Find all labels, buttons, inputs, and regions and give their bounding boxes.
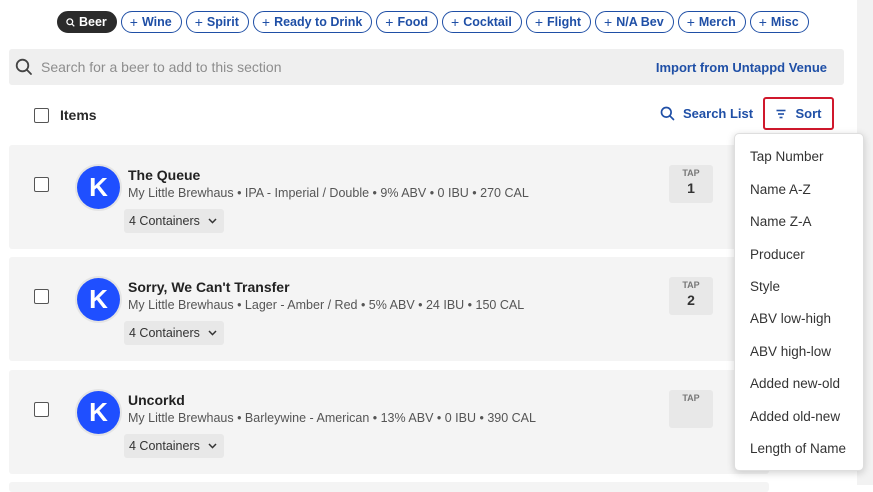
select-all-checkbox[interactable] (34, 108, 49, 123)
sort-option-name-a-z[interactable]: Name A-Z (750, 182, 811, 197)
search-icon (15, 58, 32, 75)
filter-pill-ready-to-drink[interactable]: + Ready to Drink (252, 11, 373, 33)
chevron-down-icon (208, 443, 217, 449)
sort-option-length-of-name[interactable]: Length of Name (750, 441, 846, 456)
sort-option-style[interactable]: Style (750, 279, 780, 294)
row-checkbox[interactable] (34, 402, 49, 417)
tap-label: TAP (682, 393, 700, 403)
item-name[interactable]: Sorry, We Can't Transfer (128, 279, 290, 295)
search-input[interactable]: Search for a beer to add to this section (41, 59, 281, 75)
filter-pill-label: Beer (79, 15, 107, 29)
row-checkbox[interactable] (34, 289, 49, 304)
items-heading: Items (60, 107, 97, 123)
filter-pill-label: Ready to Drink (274, 15, 363, 29)
filter-pill-flight[interactable]: + Flight (525, 11, 592, 33)
sort-option-added-old-new[interactable]: Added old-new (750, 409, 840, 424)
row-checkbox[interactable] (34, 177, 49, 192)
add-beer-search-bar[interactable]: Search for a beer to add to this section… (9, 49, 844, 85)
tap-number: 2 (687, 292, 695, 308)
tap-label: TAP (682, 168, 700, 178)
list-item (9, 482, 769, 492)
containers-dropdown[interactable]: 4 Containers (124, 321, 224, 345)
filter-pill-merch[interactable]: + Merch (677, 11, 746, 33)
tap-number: 1 (687, 180, 695, 196)
item-name[interactable]: The Queue (128, 167, 200, 183)
sort-option-abv-high-low[interactable]: ABV high-low (750, 344, 831, 359)
list-item[interactable]: K Uncorkd My Little Brewhaus • Barleywin… (9, 370, 769, 474)
filter-pill-label: Flight (547, 15, 582, 29)
search-list-label: Search List (683, 106, 754, 121)
item-name[interactable]: Uncorkd (128, 392, 185, 408)
plus-icon: + (534, 14, 544, 30)
filter-pill-label: Cocktail (463, 15, 512, 29)
item-details: My Little Brewhaus • Barleywine - Americ… (128, 411, 536, 425)
filter-pill-label: N/A Bev (616, 15, 664, 29)
filter-pill-na-bev[interactable]: + N/A Bev (595, 11, 674, 33)
list-item[interactable]: K The Queue My Little Brewhaus • IPA - I… (9, 145, 769, 249)
containers-dropdown[interactable]: 4 Containers (124, 209, 224, 233)
plus-icon: + (451, 14, 460, 30)
plus-icon: + (604, 14, 613, 30)
tap-number-badge: TAP 1 (669, 165, 713, 203)
brewery-avatar: K (77, 278, 120, 321)
sort-lines-icon (776, 109, 785, 118)
import-untappd-link[interactable]: Import from Untappd Venue (656, 60, 827, 75)
filter-pill-label: Misc (770, 15, 799, 29)
brewery-avatar: K (77, 391, 120, 434)
filter-pill-label: Food (397, 15, 429, 29)
plus-icon: + (385, 14, 394, 30)
search-icon (66, 17, 75, 27)
containers-label: 4 Containers (129, 326, 200, 340)
sort-option-tap-number[interactable]: Tap Number (750, 149, 824, 164)
filter-pill-label: Wine (141, 15, 172, 29)
filter-pill-spirit[interactable]: + Spirit (185, 11, 249, 33)
sort-option-abv-low-high[interactable]: ABV low-high (750, 311, 831, 326)
filter-pill-label: Merch (698, 15, 736, 29)
plus-icon: + (261, 14, 271, 30)
filter-pill-beer[interactable]: Beer (57, 11, 117, 33)
filter-pill-misc[interactable]: + Misc (749, 11, 809, 33)
plus-icon: + (758, 14, 767, 30)
containers-dropdown[interactable]: 4 Containers (124, 434, 224, 458)
sort-option-name-z-a[interactable]: Name Z-A (750, 214, 812, 229)
category-filter-bar: Beer + Wine + Spirit + Ready to Drink + Food… (57, 11, 809, 33)
tap-number-badge: TAP (669, 390, 713, 428)
filter-pill-cocktail[interactable]: + Cocktail (442, 11, 522, 33)
chevron-down-icon (208, 218, 217, 224)
search-list-button[interactable]: Search List (660, 106, 753, 121)
sort-button[interactable]: Sort (763, 97, 834, 130)
list-item[interactable]: K Sorry, We Can't Transfer My Little Bre… (9, 257, 769, 361)
sort-option-producer[interactable]: Producer (750, 247, 805, 262)
search-icon (660, 106, 675, 121)
plus-icon: + (686, 14, 695, 30)
containers-label: 4 Containers (129, 439, 200, 453)
sort-dropdown-menu: Tap Number Name A-Z Name Z-A Producer St… (734, 133, 864, 471)
chevron-down-icon (208, 330, 217, 336)
sort-option-added-new-old[interactable]: Added new-old (750, 376, 840, 391)
filter-pill-wine[interactable]: + Wine (120, 11, 182, 33)
filter-pill-label: Spirit (206, 15, 239, 29)
filter-pill-food[interactable]: + Food (376, 11, 439, 33)
item-details: My Little Brewhaus • IPA - Imperial / Do… (128, 186, 529, 200)
item-details: My Little Brewhaus • Lager - Amber / Red… (128, 298, 525, 312)
brewery-avatar: K (77, 166, 120, 209)
sort-label: Sort (795, 106, 822, 121)
containers-label: 4 Containers (129, 214, 200, 228)
tap-label: TAP (682, 280, 700, 290)
plus-icon: + (194, 14, 203, 30)
plus-icon: + (129, 14, 138, 30)
tap-number-badge: TAP 2 (669, 277, 713, 315)
